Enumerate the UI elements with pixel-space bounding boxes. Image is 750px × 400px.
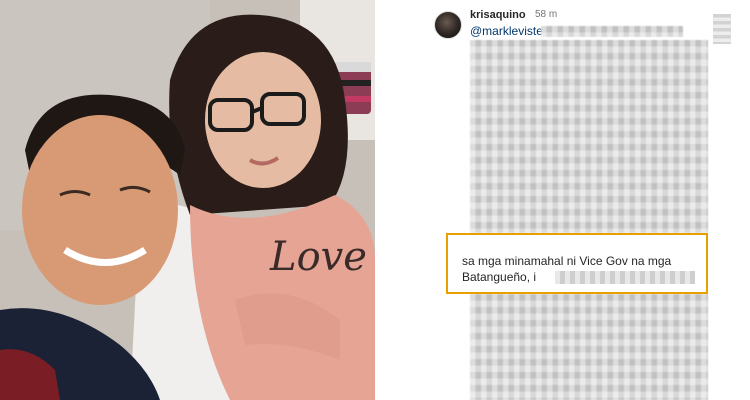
- comment-panel: krisaquino 58 m @markleviste sa mga mina…: [375, 0, 750, 400]
- man-face: [22, 115, 178, 305]
- avatar[interactable]: [434, 11, 462, 39]
- blurred-text: [470, 40, 708, 233]
- comment-timestamp: 58 m: [535, 9, 558, 20]
- blurred-text: [541, 26, 683, 37]
- like-icon[interactable]: [713, 14, 731, 44]
- highlight-text-line1: sa mga minamahal ni Vice Gov na mga: [462, 254, 672, 268]
- highlighted-comment: sa mga minamahal ni Vice Gov na mga Bata…: [446, 233, 708, 294]
- blurred-text: [470, 294, 708, 400]
- sweater-graphic: Love: [269, 234, 367, 280]
- photo-illustration: Love: [0, 0, 375, 400]
- comment-username[interactable]: krisaquino: [470, 9, 526, 21]
- highlight-text-line2: Batangueño, i: [462, 270, 537, 284]
- selfie-photo: Love: [0, 0, 375, 400]
- blurred-text: [555, 271, 695, 284]
- mention-link[interactable]: @markleviste: [470, 24, 543, 38]
